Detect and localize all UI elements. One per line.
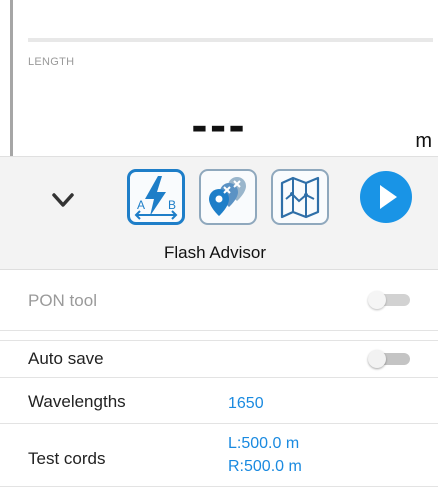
play-icon [380,185,397,209]
flash-advisor-icon: A B [134,176,178,220]
pon-tool-toggle[interactable] [368,291,412,309]
settings-row-auto-save: Auto save [0,340,438,378]
settings-row-wavelengths[interactable]: Wavelengths 1650 [0,379,438,424]
settings-row-pon-tool: PON tool [0,269,438,331]
wavelengths-label: Wavelengths [28,392,126,411]
flash-advisor-button[interactable]: A B [127,169,185,225]
tool-toolbar: A B Flash Advisor [0,156,438,270]
length-value: --- [191,104,247,150]
flash-badge-a: A [137,198,145,212]
flash-badge-b: B [168,198,176,212]
test-cords-value-left: L:500.0 m [228,435,300,452]
chevron-down-icon[interactable] [50,187,76,213]
pon-tool-label: PON tool [28,291,97,310]
location-pins-icon [209,177,246,216]
test-cords-value-right: R:500.0 m [228,458,302,475]
auto-save-toggle[interactable] [368,350,412,368]
tool-caption: Flash Advisor [163,243,267,262]
auto-save-label: Auto save [28,349,104,368]
settings-row-test-cords[interactable]: Test cords L:500.0 m R:500.0 m [0,425,438,487]
wavelengths-value: 1650 [228,395,264,412]
toggle-knob [368,350,386,368]
fiber-map-icon [280,176,320,219]
test-cords-label: Test cords [28,449,106,468]
start-test-button[interactable] [360,171,412,223]
fiber-map-button[interactable] [271,169,329,225]
section-divider [28,38,433,42]
length-unit: m [415,130,432,152]
toggle-knob [368,291,386,309]
length-label: LENGTH [28,56,75,68]
location-pins-button[interactable] [199,169,257,225]
